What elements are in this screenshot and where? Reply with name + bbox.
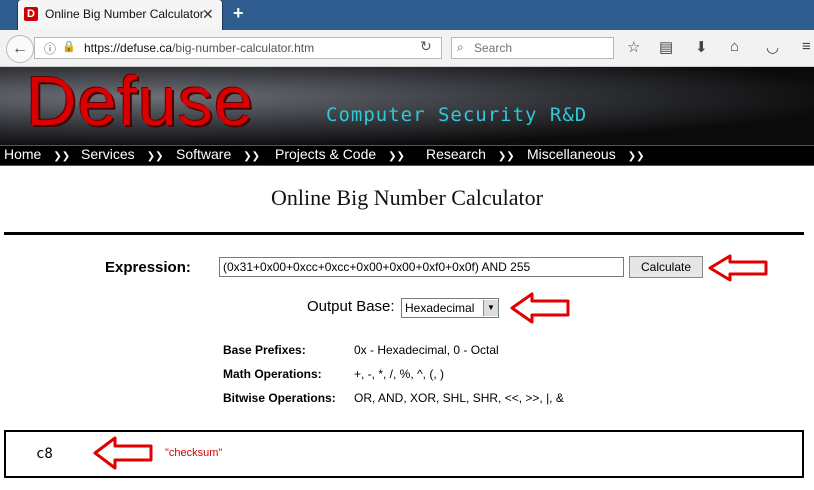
- red-arrow-icon: [510, 292, 570, 324]
- pocket-icon[interactable]: ◡: [766, 38, 779, 56]
- chevron-down-icon: ❯❯: [388, 151, 405, 162]
- bitwise-operations-label: Bitwise Operations:: [223, 391, 336, 405]
- tab-close-icon[interactable]: ✕: [202, 6, 214, 23]
- base-prefixes-label: Base Prefixes:: [223, 343, 306, 357]
- lock-icon: 🔒: [62, 41, 76, 53]
- math-operations-label: Math Operations:: [223, 367, 322, 381]
- result-value: c8: [36, 446, 53, 462]
- output-base-label: Output Base:: [307, 298, 395, 315]
- chevron-down-icon: ❯❯: [497, 151, 515, 162]
- new-tab-button[interactable]: +: [233, 3, 244, 24]
- site-favicon-icon: D: [24, 7, 38, 21]
- search-icon: ⌕: [457, 40, 464, 54]
- result-annotation: "checksum": [165, 447, 223, 459]
- nav-item-software[interactable]: Software ❯❯: [176, 146, 260, 162]
- chevron-down-icon: ❯❯: [243, 151, 261, 162]
- site-logo[interactable]: Defuse: [26, 67, 254, 141]
- nav-label: Projects & Code: [275, 146, 377, 162]
- red-arrow-icon: [708, 254, 768, 282]
- reload-icon[interactable]: ↻: [420, 38, 432, 55]
- base-prefixes-value: 0x - Hexadecimal, 0 - Octal: [354, 343, 499, 357]
- nav-item-home[interactable]: Home ❯❯: [4, 146, 70, 162]
- info-icon[interactable]: ⓘ: [44, 40, 56, 57]
- bookmark-star-icon[interactable]: ☆: [627, 38, 640, 56]
- menu-icon[interactable]: ≡: [802, 38, 811, 55]
- nav-item-services[interactable]: Services ❯❯: [81, 146, 163, 162]
- calculate-button[interactable]: Calculate: [629, 256, 703, 278]
- url-text[interactable]: https://defuse.ca/big-number-calculator.…: [84, 41, 314, 55]
- nav-label: Miscellaneous: [527, 146, 616, 162]
- output-base-value: Hexadecimal: [405, 301, 475, 315]
- url-path: /big-number-calculator.htm: [172, 41, 315, 55]
- download-icon[interactable]: ⬇: [695, 38, 708, 56]
- nav-label: Home: [4, 146, 42, 162]
- nav-item-research[interactable]: Research ❯❯: [426, 146, 515, 162]
- search-input[interactable]: [474, 41, 604, 55]
- back-button[interactable]: ←: [6, 35, 34, 63]
- expression-label: Expression:: [105, 259, 191, 276]
- nav-label: Software: [176, 146, 232, 162]
- math-operations-value: +, -, *, /, %, ^, (, ): [354, 367, 444, 381]
- page-title: Online Big Number Calculator: [271, 185, 543, 210]
- nav-label: Research: [426, 146, 486, 162]
- site-tagline: Computer Security R&D: [326, 104, 588, 126]
- chevron-down-icon: ❯❯: [146, 151, 164, 162]
- site-banner: Defuse Computer Security R&D: [0, 67, 814, 145]
- nav-label: Services: [81, 146, 135, 162]
- chevron-down-icon[interactable]: ▼: [483, 300, 498, 316]
- red-arrow-icon: [93, 436, 153, 470]
- divider: [4, 232, 804, 235]
- nav-item-misc[interactable]: Miscellaneous ❯❯: [527, 146, 644, 162]
- bitwise-operations-value: OR, AND, XOR, SHL, SHR, <<, >>, |, &: [354, 391, 564, 405]
- chevron-down-icon: ❯❯: [53, 151, 71, 162]
- reading-list-icon[interactable]: ▤: [659, 38, 673, 56]
- tab-title: Online Big Number Calculator: [45, 7, 204, 21]
- url-domain: https://defuse.ca: [84, 41, 173, 55]
- expression-input[interactable]: [219, 257, 624, 277]
- chevron-down-icon: ❯❯: [627, 151, 645, 162]
- nav-item-projects[interactable]: Projects & Code ❯❯: [275, 146, 405, 162]
- home-icon[interactable]: ⌂: [730, 38, 739, 55]
